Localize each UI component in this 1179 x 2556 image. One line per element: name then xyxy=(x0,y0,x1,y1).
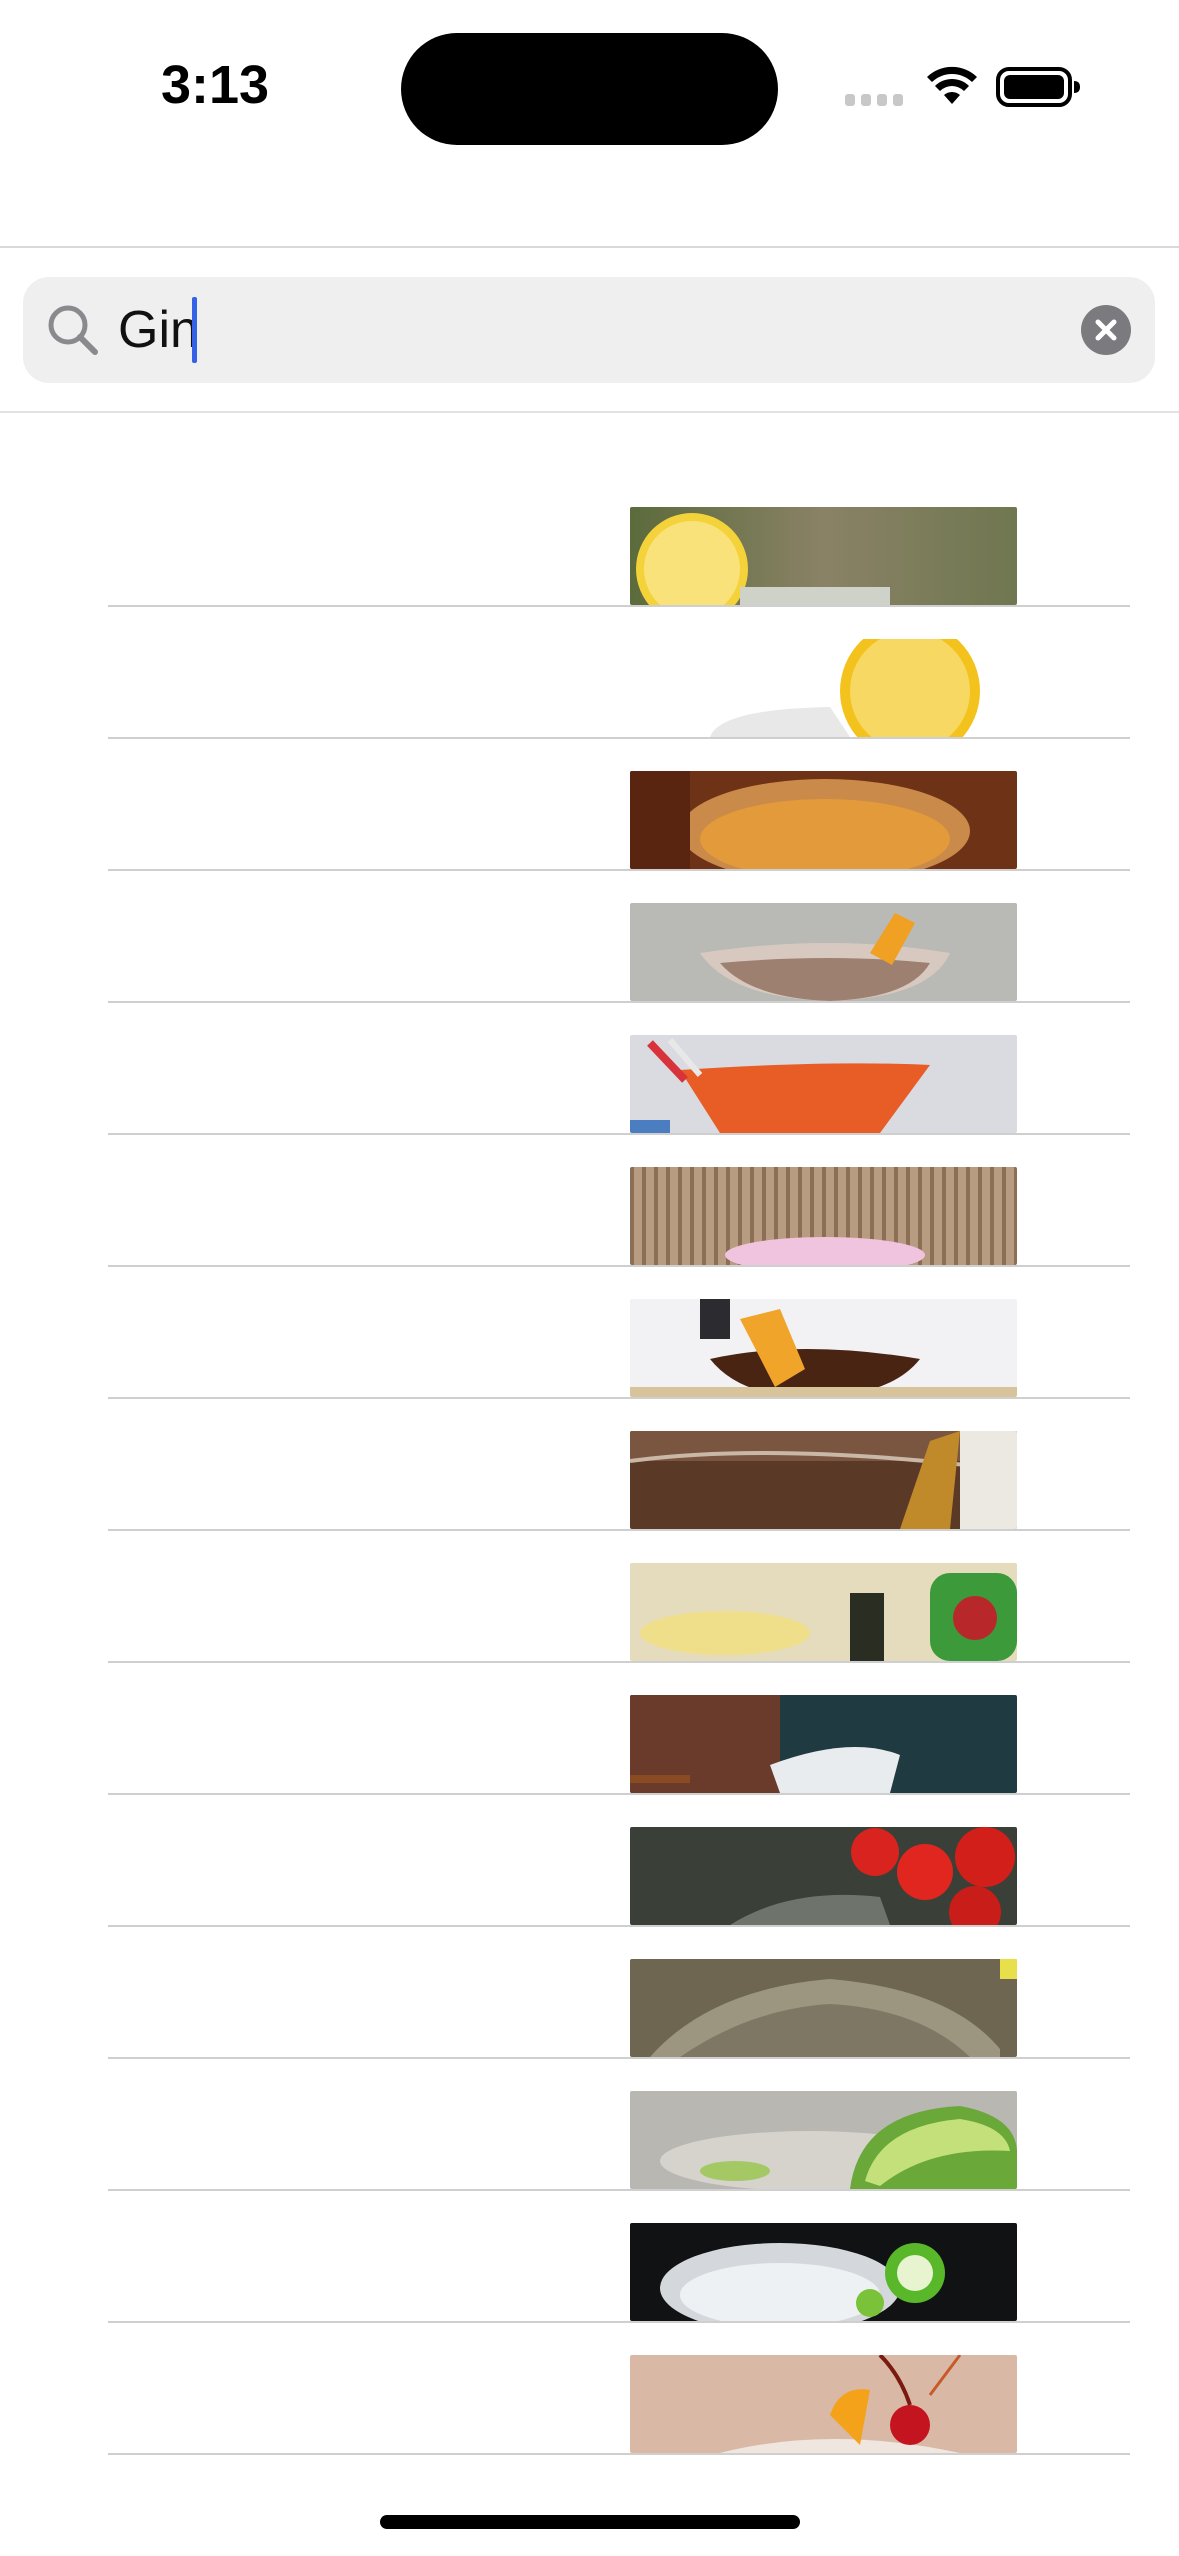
list-item[interactable] xyxy=(0,771,1179,903)
list-item[interactable] xyxy=(0,2091,1179,2223)
drink-name xyxy=(108,547,608,597)
row-separator xyxy=(108,2321,1130,2323)
row-separator xyxy=(108,605,1130,607)
drink-thumbnail xyxy=(630,1563,1017,1661)
drink-thumbnail xyxy=(630,639,1017,737)
list-item[interactable] xyxy=(0,1299,1179,1431)
drink-name xyxy=(108,2131,608,2181)
list-item[interactable] xyxy=(0,903,1179,1035)
drink-thumbnail xyxy=(630,1695,1017,1793)
list-item[interactable] xyxy=(0,2223,1179,2355)
drink-name xyxy=(108,1207,608,1257)
drink-thumbnail xyxy=(630,1299,1017,1397)
drink-name xyxy=(108,1867,608,1917)
drink-thumbnail xyxy=(630,1431,1017,1529)
list-item[interactable] xyxy=(0,507,1179,639)
row-separator xyxy=(108,1529,1130,1531)
row-separator xyxy=(108,1925,1130,1927)
row-separator xyxy=(108,737,1130,739)
drink-name xyxy=(108,1471,608,1521)
list-item[interactable] xyxy=(0,2355,1179,2487)
list-item[interactable] xyxy=(0,1959,1179,2091)
drink-name xyxy=(108,1999,608,2049)
row-separator xyxy=(108,1133,1130,1135)
drink-name xyxy=(108,1735,608,1785)
list-item[interactable] xyxy=(0,1035,1179,1167)
drink-name xyxy=(108,2395,608,2445)
drink-thumbnail xyxy=(630,771,1017,869)
row-separator xyxy=(108,1265,1130,1267)
drink-name xyxy=(108,2263,608,2313)
list-item[interactable] xyxy=(0,1695,1179,1827)
results-list xyxy=(0,0,1179,2556)
row-separator xyxy=(108,2453,1130,2455)
drink-thumbnail xyxy=(630,1167,1017,1265)
drink-name xyxy=(108,1075,608,1125)
drink-name xyxy=(108,811,608,861)
drink-name xyxy=(108,1603,608,1653)
drink-thumbnail xyxy=(630,507,1017,605)
drink-thumbnail xyxy=(630,2223,1017,2321)
row-separator xyxy=(108,1001,1130,1003)
list-item[interactable] xyxy=(0,1167,1179,1299)
drink-thumbnail xyxy=(630,1959,1017,2057)
row-separator xyxy=(108,2189,1130,2191)
list-item[interactable] xyxy=(0,1563,1179,1695)
home-indicator[interactable] xyxy=(380,2515,800,2529)
row-separator xyxy=(108,1793,1130,1795)
row-separator xyxy=(108,1661,1130,1663)
drink-name xyxy=(108,943,608,993)
drink-thumbnail xyxy=(630,1827,1017,1925)
drink-thumbnail xyxy=(630,1035,1017,1133)
list-item[interactable] xyxy=(0,1827,1179,1959)
drink-thumbnail xyxy=(630,2091,1017,2189)
row-separator xyxy=(108,869,1130,871)
drink-thumbnail xyxy=(630,903,1017,1001)
row-separator xyxy=(108,1397,1130,1399)
drink-thumbnail xyxy=(630,2355,1017,2453)
list-item[interactable] xyxy=(0,1431,1179,1563)
drink-name xyxy=(108,1339,608,1389)
drink-name xyxy=(108,679,608,729)
row-separator xyxy=(108,2057,1130,2059)
list-item[interactable] xyxy=(0,639,1179,771)
